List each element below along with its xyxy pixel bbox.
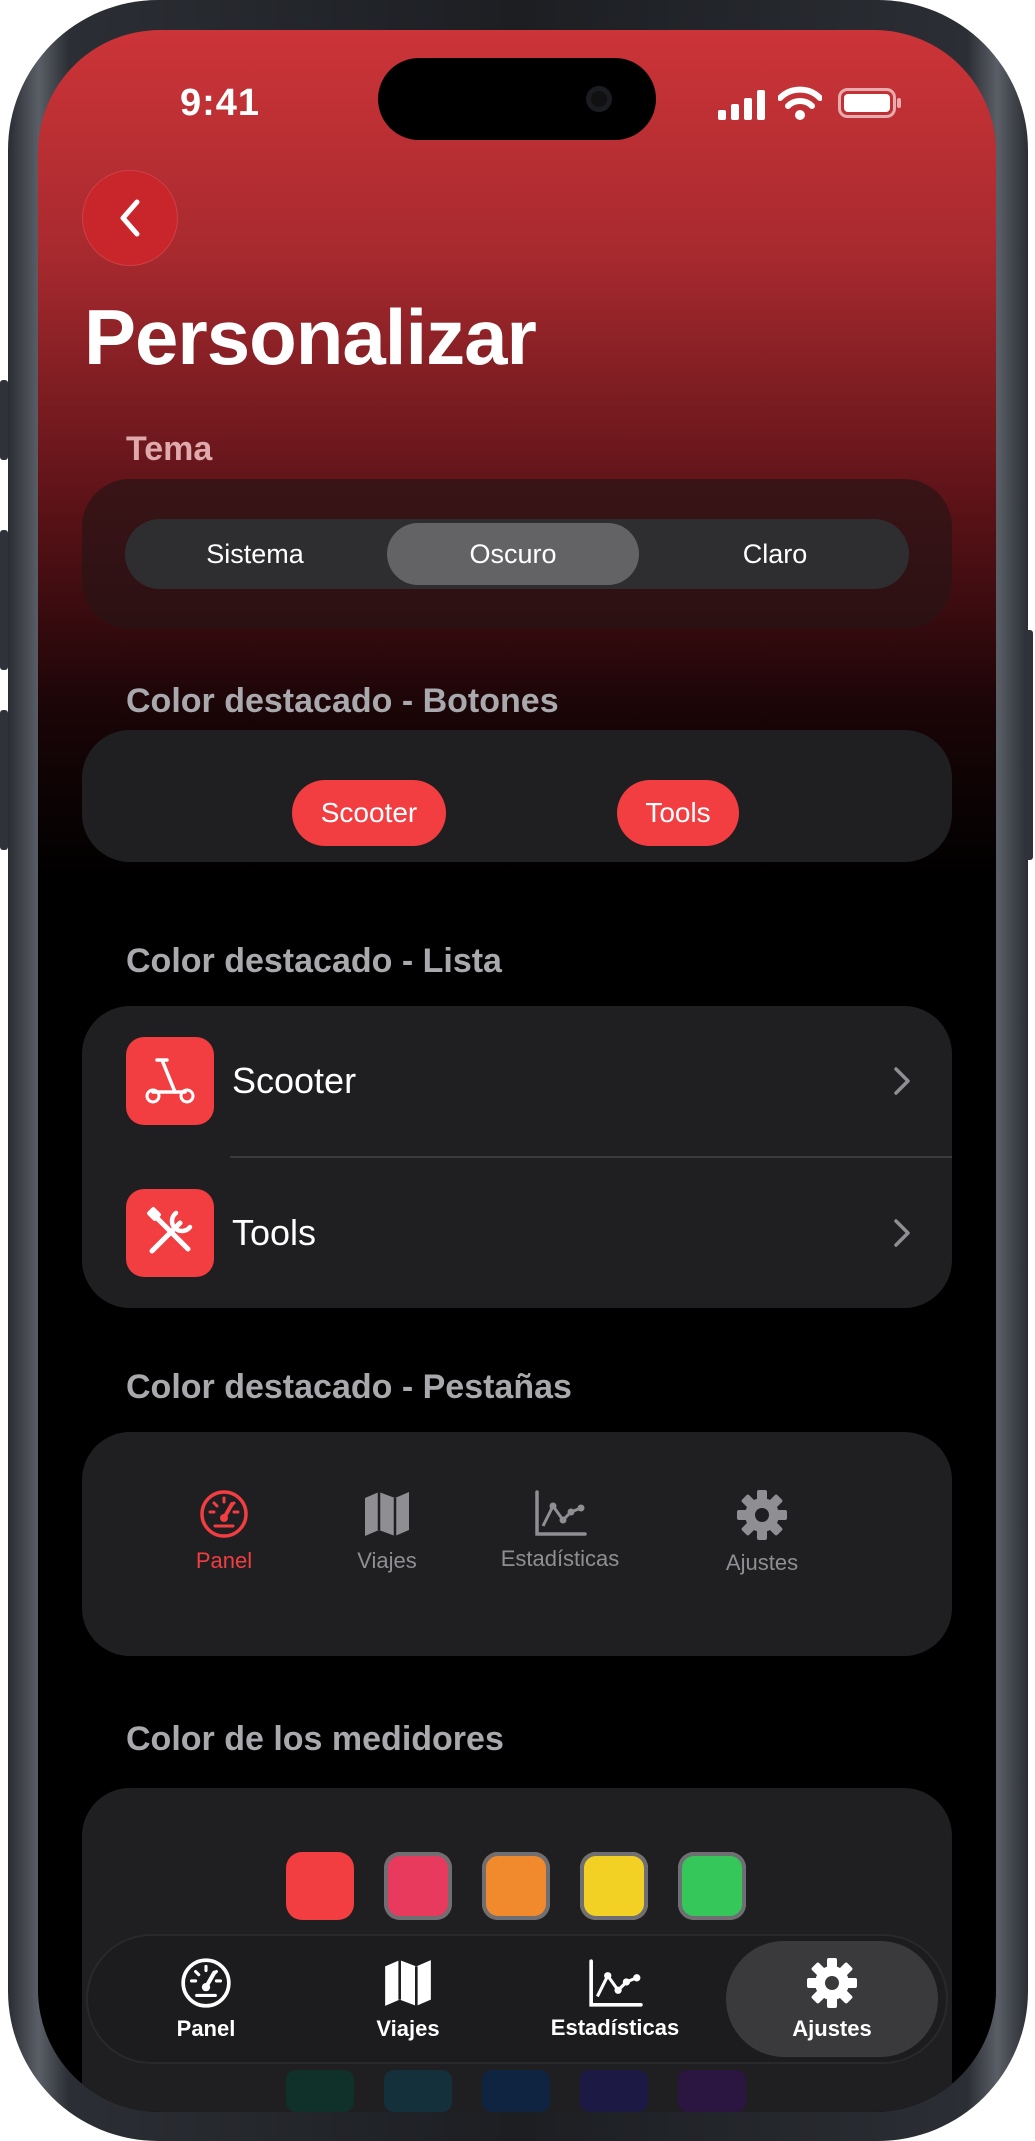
tab-settings[interactable]: Ajustes <box>726 1941 938 2057</box>
back-button[interactable] <box>82 170 178 266</box>
gauge-color-red[interactable] <box>286 1852 354 1920</box>
dynamic-island <box>378 58 656 140</box>
speedometer-icon <box>200 1490 248 1538</box>
section-label-gauges: Color de los medidores <box>126 1720 504 1758</box>
volume-down-button <box>0 710 8 850</box>
gear-icon <box>737 1490 787 1540</box>
section-label-theme: Tema <box>126 430 213 468</box>
gauge-color-yellow[interactable] <box>580 1852 648 1920</box>
tab-label: Ajustes <box>792 2016 872 2041</box>
theme-option-light[interactable]: Claro <box>645 523 905 585</box>
gear-icon <box>807 1958 857 2008</box>
battery-icon <box>838 88 901 118</box>
tab-stats[interactable]: Estadísticas <box>510 1934 720 2064</box>
tab-bar: Panel Viajes Estadísticas Ajustes <box>86 1934 948 2064</box>
map-icon <box>365 1492 409 1536</box>
gauge-color-cyan[interactable] <box>384 2070 452 2112</box>
tab-label: Estadísticas <box>550 2015 680 2040</box>
tab-preview-label: Viajes <box>357 1548 417 1573</box>
app-screen: 9:41 Personalizar Tema Sistema Oscuro Cl… <box>38 30 996 2112</box>
tab-preview-label: Estadísticas <box>500 1546 620 1571</box>
gauge-color-purple[interactable] <box>678 2070 746 2112</box>
map-icon <box>385 1960 431 2006</box>
list-item-label: Scooter <box>232 1060 357 1101</box>
status-time: 9:41 <box>180 82 261 124</box>
section-label-buttons: Color destacado - Botones <box>126 682 559 720</box>
theme-option-dark[interactable]: Oscuro <box>387 523 639 585</box>
section-label-list: Color destacado - Lista <box>126 942 502 980</box>
tab-panel[interactable]: Panel <box>106 1934 306 2064</box>
tab-preview-panel[interactable]: Panel <box>164 1488 284 1574</box>
chevron-left-icon <box>120 199 140 237</box>
theme-segmented-control: Sistema Oscuro Claro <box>125 519 909 589</box>
signal-icon <box>718 90 765 120</box>
theme-option-system[interactable]: Sistema <box>129 523 381 585</box>
chevron-right-icon <box>894 1067 910 1095</box>
wifi-icon <box>778 86 822 120</box>
tab-preview-label: Panel <box>195 1548 253 1573</box>
chart-icon <box>589 1959 643 2007</box>
tab-preview-stats[interactable]: Estadísticas <box>490 1488 630 1572</box>
tab-label: Viajes <box>376 2016 440 2041</box>
gauge-color-orange[interactable] <box>482 1852 550 1920</box>
page-title: Personalizar <box>84 293 537 381</box>
chart-icon <box>535 1490 587 1536</box>
scooter-icon <box>126 1037 214 1125</box>
list-item-tools[interactable]: Tools <box>82 1158 952 1308</box>
tab-label: Panel <box>176 2016 236 2041</box>
mute-switch <box>0 380 8 460</box>
tab-preview-settings[interactable]: Ajustes <box>702 1488 822 1576</box>
tab-trips[interactable]: Viajes <box>308 1934 508 2064</box>
chevron-right-icon <box>894 1219 910 1247</box>
volume-up-button <box>0 530 8 670</box>
gauge-color-green[interactable] <box>678 1852 746 1920</box>
list-item-scooter[interactable]: Scooter <box>82 1006 952 1156</box>
section-label-tabs: Color destacado - Pestañas <box>126 1368 572 1406</box>
power-button <box>1025 630 1033 860</box>
speedometer-icon <box>181 1958 231 2008</box>
tab-preview-label: Ajustes <box>725 1550 799 1575</box>
tab-preview-trips[interactable]: Viajes <box>327 1488 447 1574</box>
gauge-color-blue[interactable] <box>482 2070 550 2112</box>
list-item-label: Tools <box>232 1212 317 1253</box>
camera-icon <box>586 86 612 112</box>
gauge-color-teal[interactable] <box>286 2070 354 2112</box>
gauge-color-indigo[interactable] <box>580 2070 648 2112</box>
buttons-card <box>82 730 952 862</box>
tools-button[interactable]: Tools <box>617 780 739 846</box>
scooter-button[interactable]: Scooter <box>292 780 446 846</box>
gauge-color-pink[interactable] <box>384 1852 452 1920</box>
tools-icon <box>126 1189 214 1277</box>
